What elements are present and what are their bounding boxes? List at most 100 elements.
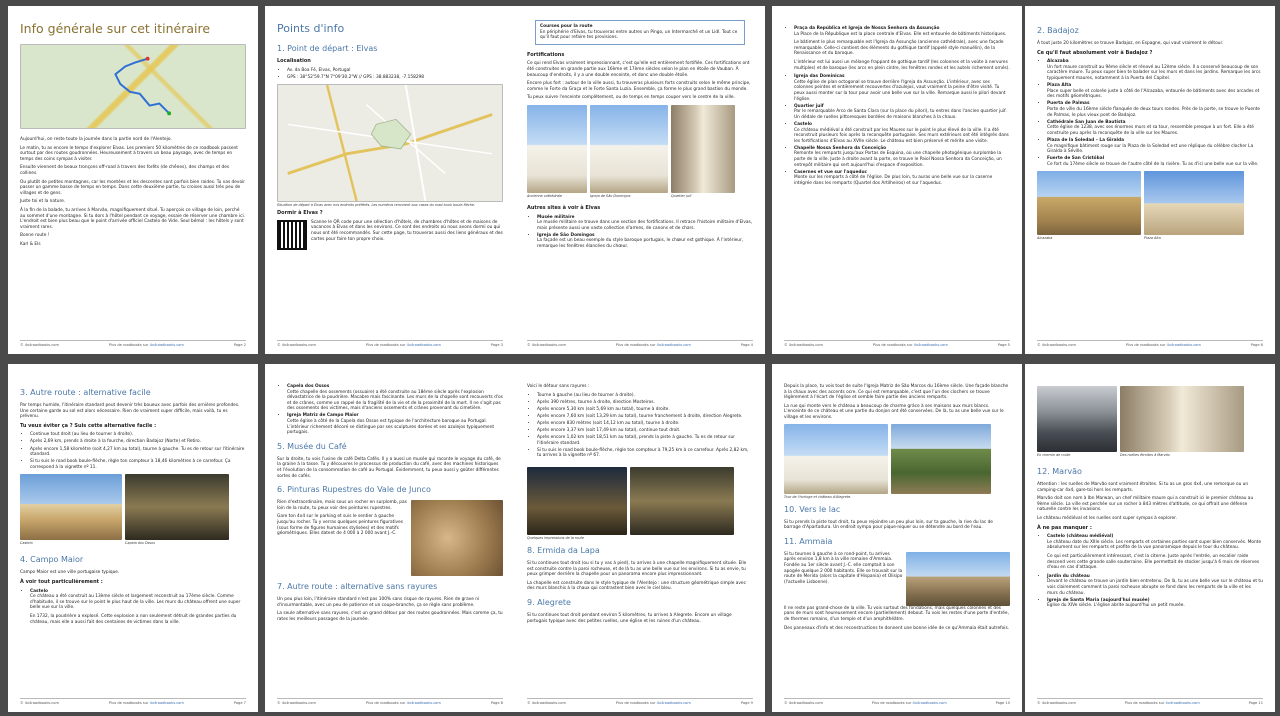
rock-painting-photo <box>411 500 503 577</box>
list-item: Cathédrale San Juan de BautistaCette égl… <box>1047 120 1263 137</box>
capela-dos-ossos-photo <box>125 474 229 541</box>
footer-link[interactable]: 4x4roadbooks.com <box>657 701 691 705</box>
subheading: Ce qu'il faut absolument voir à Badajoz … <box>1037 49 1153 56</box>
list-item: Continue tout droit (au lieu de tourner … <box>30 432 246 438</box>
section-heading: 5. Musée du Café <box>277 441 347 451</box>
footer-link[interactable]: 4x4roadbooks.com <box>657 343 691 347</box>
box-text: En périphérie d'Elvas, tu trouveras entr… <box>540 29 738 41</box>
paragraph: Par temps humide, l'itinéraire standard … <box>20 403 240 420</box>
page-5[interactable]: Praça da República et Igreja de Nossa Se… <box>772 6 1022 354</box>
subheading: Fortifications <box>527 51 565 58</box>
paragraph: Gare ton 4x4 sur le parking et suis le s… <box>277 514 403 537</box>
route-line-icon <box>114 56 172 116</box>
paragraph: Tu peux suivre l'enceinte complètement, … <box>527 95 735 101</box>
page-footer: © 4x4roadbooks.com Plus de roadbooks sur… <box>784 698 1010 706</box>
paragraph: Si tu tournes à gauche à ce rond-point, … <box>784 551 903 585</box>
footer-link[interactable]: 4x4roadbooks.com <box>150 701 184 705</box>
subheading: Tu veux éviter ça ? Suis cette alternati… <box>20 422 157 429</box>
paragraph: Bonne route ! <box>20 233 50 239</box>
footer-link[interactable]: 4x4roadbooks.com <box>1167 343 1201 347</box>
section-heading: 8. Ermida da Lapa <box>527 546 600 556</box>
marvao-street-photo <box>1120 386 1244 452</box>
list-item: Tourne à gauche (au lieu de tourner à dr… <box>537 393 753 399</box>
paragraph: Il ne reste pas grand-chose de la ville.… <box>784 605 1009 622</box>
paragraph: Aujourd'hui, on reste toute la journée d… <box>20 137 172 142</box>
footer-link[interactable]: 4x4roadbooks.com <box>407 701 441 705</box>
subheading: À ne pas manquer : <box>1037 524 1092 531</box>
church-photo <box>590 104 668 193</box>
route-impression-photo-2 <box>630 467 734 536</box>
footer-link[interactable]: 4x4roadbooks.com <box>914 343 948 347</box>
qr-code-icon[interactable] <box>277 219 307 250</box>
image-caption: Tour de l'horloge et château d'Alegrete. <box>784 494 852 499</box>
list-item: Après encore 7,60 km (soit 13,29 km au t… <box>537 414 753 420</box>
paragraph: À la fin de la balade, tu arrives à Marv… <box>20 207 246 230</box>
page-9[interactable]: Voici le détour sans rayures : Tourne à … <box>515 364 765 712</box>
section-heading: 6. Pinturas Rupestres do Vale de Junco <box>277 485 431 495</box>
footer-link[interactable]: 4x4roadbooks.com <box>407 343 441 347</box>
paragraph: Un peu plus loin, l'itinéraire standard … <box>277 597 480 608</box>
page-footer: © 4x4roadbooks.com Plus de roadbooks sur… <box>277 698 503 706</box>
section-heading: 12. Marvão <box>1037 467 1082 476</box>
page-number: Page 4 <box>740 343 753 347</box>
page-number: Page 8 <box>490 701 503 705</box>
page-7[interactable]: 3. Autre route : alternative facile Par … <box>8 364 258 712</box>
paragraph: Si tu continues tout droit (ou si tu y v… <box>527 561 747 578</box>
cathedral-photo <box>527 104 587 193</box>
page-2[interactable]: Info générale sur cet itinéraire Aujourd… <box>8 6 258 354</box>
paragraph: En 1732, la poudrière a explosé. Cette e… <box>30 614 237 625</box>
page-footer: © 4x4roadbooks.com Plus de roadbooks sur… <box>20 340 246 348</box>
list-item: Fuerte de San CristóbalCe fort du 17ème … <box>1047 156 1263 167</box>
map-roads-icon <box>287 85 493 202</box>
on-the-road-photo <box>1037 386 1117 452</box>
page-number: Page 6 <box>1250 343 1263 347</box>
footer-link[interactable]: 4x4roadbooks.com <box>913 701 947 705</box>
list-item: Praça da República et Igreja de Nossa Se… <box>794 26 1010 37</box>
list-item: Puerta de PalmasPorte de ville du 16ème … <box>1047 101 1263 118</box>
page-6[interactable]: 2. Badajoz À tout juste 20 kilomètres se… <box>1025 6 1275 354</box>
page-11[interactable]: En chemin de route Des ruelles étroites … <box>1025 364 1275 712</box>
list-item: Plaza de la Soledad – La GiraldaCe magni… <box>1047 138 1263 155</box>
list-item: Plaza AltaPlace super belle et colorée j… <box>1047 83 1263 100</box>
city-map-image <box>277 84 503 203</box>
page-8[interactable]: Capela dos OssosCette chapelle des ossem… <box>265 364 515 712</box>
paragraph: Attention : les ruelles de Marvão sont v… <box>1037 482 1249 493</box>
paragraph: Ce qui rend Elvas vraiment impressionnan… <box>527 61 750 78</box>
section-heading: 9. Alegrete <box>527 598 571 607</box>
paragraph: La seule alternative sans rayures, c'est… <box>277 611 503 622</box>
image-caption: Situation de départ à Elvas avec nos end… <box>277 203 476 208</box>
street-photo <box>671 104 735 193</box>
subheading: À voir tout particulièrement : <box>20 579 103 586</box>
section-heading: 7. Autre route : alternative sans rayure… <box>277 582 438 592</box>
list-item: Si tu suis le road book boule-flèche, rè… <box>537 448 753 459</box>
list-item: Si tu suis le road book boule-flèche, rè… <box>30 459 246 470</box>
list-item: Après encore 1,58 kilomètre (soit 4,27 k… <box>30 447 246 458</box>
alcazaba-photo <box>1037 171 1141 236</box>
subheading: Dormir à Elvas ? <box>277 210 323 217</box>
list-item: Après encore 1,02 km (soit 18,51 km au t… <box>537 435 753 446</box>
castelo-photo <box>20 474 122 541</box>
page-3[interactable]: Points d'info 1. Point de départ : Elvas… <box>265 6 515 354</box>
page-number: Page 7 <box>233 701 246 705</box>
list-item: Igreja de São DomingosLa façade est un b… <box>537 233 753 250</box>
route-map-image <box>20 44 246 129</box>
footer-link[interactable]: 4x4roadbooks.com <box>150 343 184 347</box>
list-item: Après encore 3,37 km (soit 17,49 km au t… <box>537 428 753 434</box>
plaza-alta-photo <box>1144 171 1244 236</box>
paragraph: La rue qui monte vers le château a beauc… <box>784 403 1004 420</box>
page-10[interactable]: Depuis la place, tu vois tout de suite l… <box>772 364 1022 712</box>
section-heading: 4. Campo Maior <box>20 555 84 565</box>
page-footer: © 4x4roadbooks.com Plus de roadbooks sur… <box>1037 340 1263 348</box>
list-item: CasteloCe château médiéval a été constru… <box>794 122 1010 144</box>
paragraph: Scanne le QR code pour une sélection d'h… <box>311 219 503 242</box>
paragraph: L'intérieur est lui aussi un mélange fra… <box>794 59 1010 71</box>
image-caption: Quelques impressions de la route <box>527 536 584 541</box>
paragraph: Ce qui est particulièrement intéressant,… <box>1047 553 1260 571</box>
signature: Karl & Els <box>20 241 41 247</box>
paragraph: Le bâtiment le plus remarquable est l'Ig… <box>794 40 1004 57</box>
paragraph: Ou plutôt de petites montagnes, car les … <box>20 179 246 196</box>
footer-link[interactable]: 4x4roadbooks.com <box>1166 701 1200 705</box>
list-item: Chapelle Nossa Senhora da ConceiçãoRemon… <box>794 146 1010 168</box>
paragraph: Encore plus fort : autour de la ville au… <box>527 81 751 92</box>
page-4[interactable]: Courses pour la route En périphérie d'El… <box>515 6 765 354</box>
